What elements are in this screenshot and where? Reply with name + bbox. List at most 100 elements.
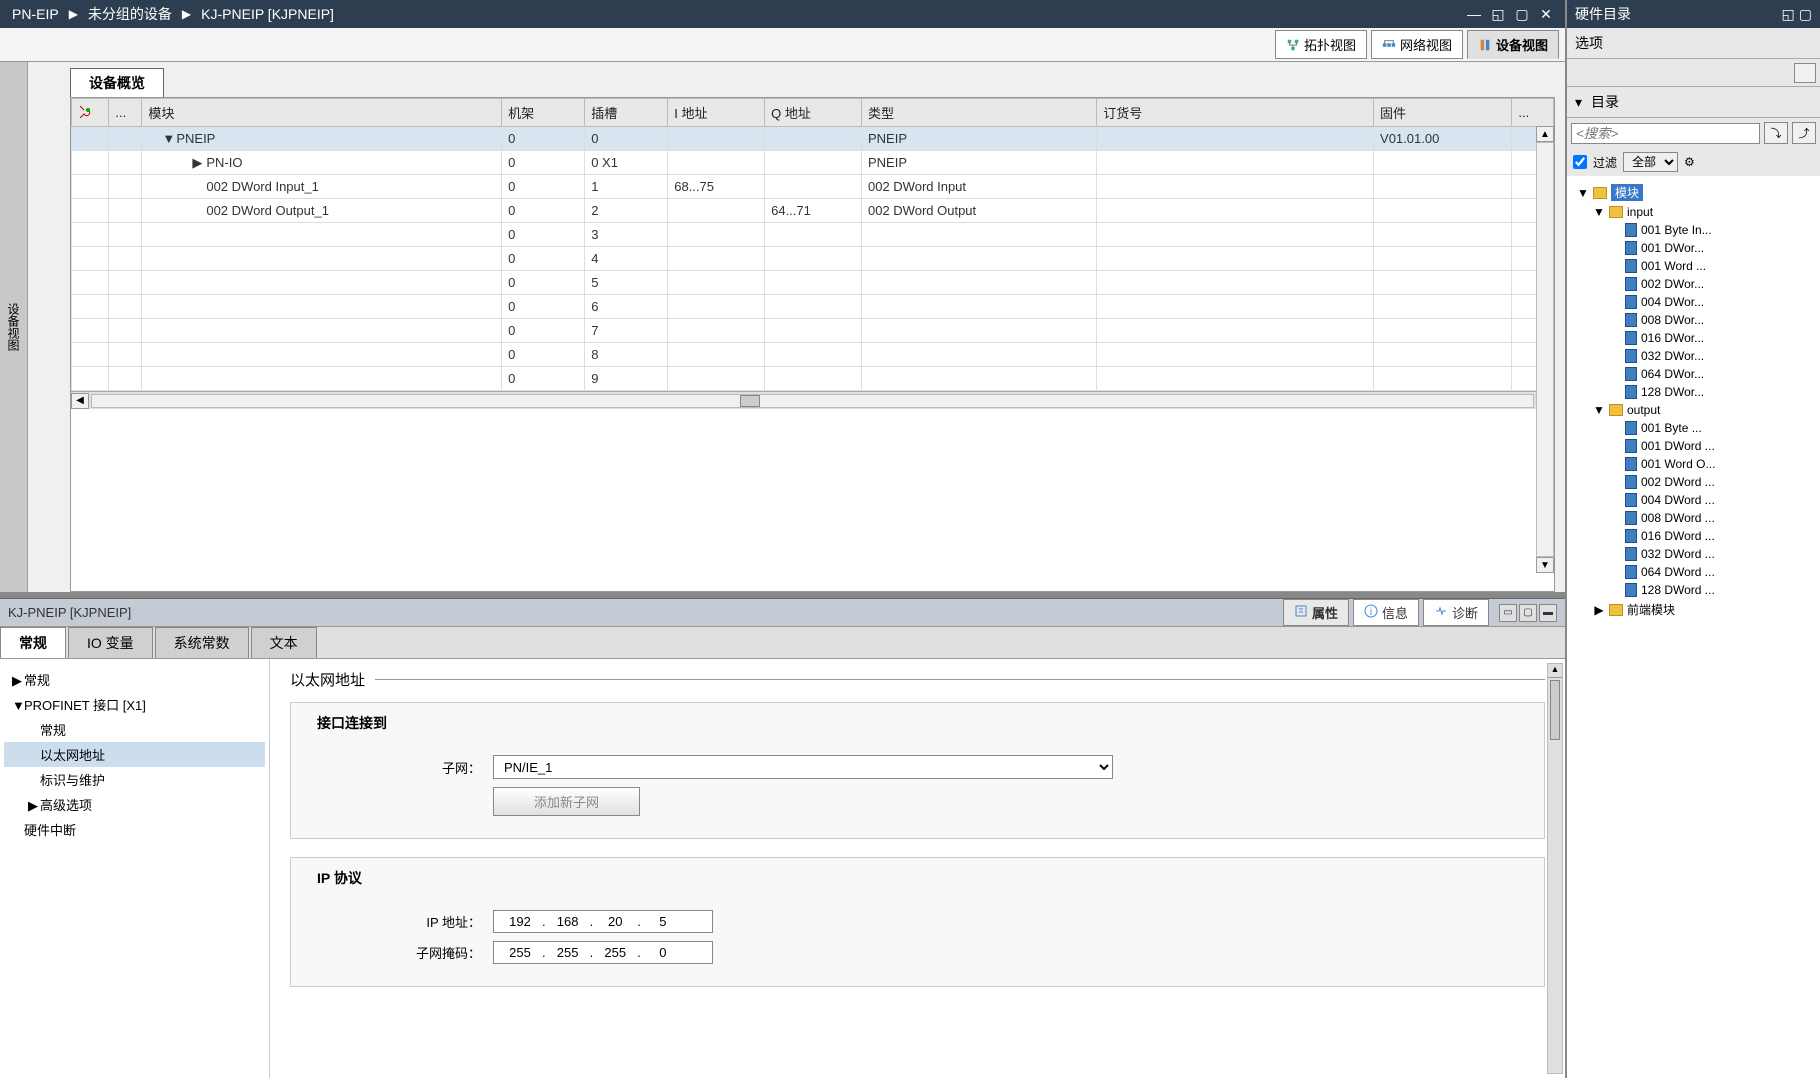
scroll-down-button[interactable]: ▼ xyxy=(1536,557,1554,573)
tree-profinet-general[interactable]: 常规 xyxy=(4,717,265,742)
scroll-track[interactable] xyxy=(1536,142,1554,557)
catalog-module-item[interactable]: 128 DWor... xyxy=(1569,383,1818,401)
subtab-general[interactable]: 常规 xyxy=(0,627,66,658)
catalog-module-item[interactable]: 008 DWor... xyxy=(1569,311,1818,329)
col-type[interactable]: 类型 xyxy=(861,99,1096,127)
col-module[interactable]: 模块 xyxy=(142,99,502,127)
col-rack[interactable]: 机架 xyxy=(502,99,585,127)
col-ellipsis[interactable]: ... xyxy=(109,99,142,127)
tree-hw-interrupt[interactable]: 硬件中断 xyxy=(4,817,265,842)
panel-min-button[interactable]: ▭ xyxy=(1499,604,1517,622)
tree-ethernet-address[interactable]: 以太网地址 xyxy=(4,742,265,767)
add-subnet-button[interactable]: 添加新子网 xyxy=(493,787,640,816)
mask-octet-1[interactable] xyxy=(500,945,540,960)
scroll-left-button[interactable]: ◀ xyxy=(71,393,89,409)
tree-advanced[interactable]: ▶高级选项 xyxy=(4,792,265,817)
tree-node-modules[interactable]: ▼模块 xyxy=(1569,182,1818,203)
col-firmware[interactable]: 固件 xyxy=(1374,99,1512,127)
panel-tab-diagnostics[interactable]: 诊断 xyxy=(1423,599,1489,626)
catalog-float-icon[interactable]: ▢ xyxy=(1799,6,1812,23)
table-row[interactable]: 002 DWord Output_1 0264...71 002 DWord O… xyxy=(72,199,1554,223)
subtab-sysconst[interactable]: 系统常数 xyxy=(155,627,249,658)
ip-address-input[interactable]: . . . xyxy=(493,910,713,933)
options-header[interactable]: 选项 xyxy=(1567,28,1820,59)
col-slot[interactable]: 插槽 xyxy=(585,99,668,127)
panel-float-button[interactable]: ▢ xyxy=(1519,604,1537,622)
catalog-module-item[interactable]: 002 DWor... xyxy=(1569,275,1818,293)
breadcrumb-0[interactable]: PN-EIP xyxy=(12,6,59,22)
search-up-button[interactable]: ⤴ xyxy=(1792,122,1816,144)
catalog-module-item[interactable]: 004 DWord ... xyxy=(1569,491,1818,509)
mask-octet-3[interactable] xyxy=(595,945,635,960)
scroll-track[interactable] xyxy=(91,394,1534,408)
mask-octet-4[interactable] xyxy=(643,945,683,960)
table-row[interactable]: 08 xyxy=(72,343,1554,367)
panel-tab-properties[interactable]: 属性 xyxy=(1283,599,1349,626)
catalog-pin-icon[interactable]: ◱ xyxy=(1782,6,1795,23)
ip-octet-1[interactable] xyxy=(500,914,540,929)
catalog-module-item[interactable]: 001 Word O... xyxy=(1569,455,1818,473)
ip-octet-3[interactable] xyxy=(595,914,635,929)
restore-button[interactable]: ◱ xyxy=(1487,4,1509,24)
catalog-module-item[interactable]: 008 DWord ... xyxy=(1569,509,1818,527)
vertical-tab-device-view[interactable]: 设备视图 xyxy=(0,62,28,592)
subtab-iovars[interactable]: IO 变量 xyxy=(68,627,153,658)
breadcrumb-2[interactable]: KJ-PNEIP [KJPNEIP] xyxy=(201,6,334,22)
catalog-header[interactable]: ▾目录 xyxy=(1567,87,1820,118)
subnet-select[interactable]: PN/IE_1 xyxy=(493,755,1113,779)
catalog-search-input[interactable] xyxy=(1571,123,1760,144)
filter-config-button[interactable]: ⚙ xyxy=(1684,155,1695,169)
table-row[interactable]: 05 xyxy=(72,271,1554,295)
tab-device-overview[interactable]: 设备概览 xyxy=(70,68,164,97)
catalog-module-item[interactable]: 002 DWord ... xyxy=(1569,473,1818,491)
catalog-module-item[interactable]: 001 DWord ... xyxy=(1569,437,1818,455)
col-order[interactable]: 订货号 xyxy=(1097,99,1374,127)
content-vscrollbar[interactable]: ▲ xyxy=(1547,663,1563,1074)
col-iaddr[interactable]: I 地址 xyxy=(668,99,765,127)
minimize-button[interactable]: — xyxy=(1463,4,1485,24)
tree-node-head-module[interactable]: ▶前端模块 xyxy=(1569,599,1818,620)
table-row[interactable]: 03 xyxy=(72,223,1554,247)
tree-general[interactable]: ▶常规 xyxy=(4,667,265,692)
col-more[interactable]: ... xyxy=(1512,99,1554,127)
catalog-module-item[interactable]: 001 Byte In... xyxy=(1569,221,1818,239)
table-hscrollbar[interactable]: ◀ ▶ xyxy=(71,391,1554,409)
tab-topology-view[interactable]: 拓扑视图 xyxy=(1275,30,1367,59)
subnet-mask-input[interactable]: . . . xyxy=(493,941,713,964)
search-down-button[interactable]: ⤵ xyxy=(1764,122,1788,144)
catalog-module-item[interactable]: 001 Byte ... xyxy=(1569,419,1818,437)
col-flag[interactable] xyxy=(72,99,109,127)
maximize-button[interactable]: ▢ xyxy=(1511,4,1533,24)
table-row[interactable]: ▶PN-IO 00 X1 PNEIP xyxy=(72,151,1554,175)
catalog-module-item[interactable]: 016 DWor... xyxy=(1569,329,1818,347)
table-vscrollbar[interactable]: ▲ ▼ xyxy=(1536,126,1554,573)
ip-octet-4[interactable] xyxy=(643,914,683,929)
scroll-up-button[interactable]: ▲ xyxy=(1536,126,1554,142)
tab-network-view[interactable]: 网络视图 xyxy=(1371,30,1463,59)
mask-octet-2[interactable] xyxy=(548,945,588,960)
catalog-module-item[interactable]: 064 DWor... xyxy=(1569,365,1818,383)
catalog-module-item[interactable]: 001 Word ... xyxy=(1569,257,1818,275)
tree-identification[interactable]: 标识与维护 xyxy=(4,767,265,792)
subtab-text[interactable]: 文本 xyxy=(251,627,317,658)
catalog-module-item[interactable]: 001 DWor... xyxy=(1569,239,1818,257)
table-row[interactable]: 002 DWord Input_1 0168...75 002 DWord In… xyxy=(72,175,1554,199)
table-row[interactable]: 06 xyxy=(72,295,1554,319)
ip-octet-2[interactable] xyxy=(548,914,588,929)
options-toggle-button[interactable] xyxy=(1794,63,1816,83)
filter-select[interactable]: 全部 xyxy=(1623,152,1678,172)
tab-device-view[interactable]: 设备视图 xyxy=(1467,30,1559,59)
filter-checkbox[interactable] xyxy=(1573,155,1587,169)
tree-node-output[interactable]: ▼output xyxy=(1569,401,1818,419)
catalog-module-item[interactable]: 128 DWord ... xyxy=(1569,581,1818,599)
table-row[interactable]: ▼PNEIP 00 PNEIPV01.01.00 xyxy=(72,127,1554,151)
catalog-module-item[interactable]: 016 DWord ... xyxy=(1569,527,1818,545)
table-row[interactable]: 07 xyxy=(72,319,1554,343)
col-qaddr[interactable]: Q 地址 xyxy=(765,99,862,127)
panel-tab-info[interactable]: i 信息 xyxy=(1353,599,1419,626)
tree-profinet[interactable]: ▼PROFINET 接口 [X1] xyxy=(4,692,265,717)
catalog-module-item[interactable]: 064 DWord ... xyxy=(1569,563,1818,581)
catalog-module-item[interactable]: 004 DWor... xyxy=(1569,293,1818,311)
catalog-module-item[interactable]: 032 DWord ... xyxy=(1569,545,1818,563)
tree-node-input[interactable]: ▼input xyxy=(1569,203,1818,221)
